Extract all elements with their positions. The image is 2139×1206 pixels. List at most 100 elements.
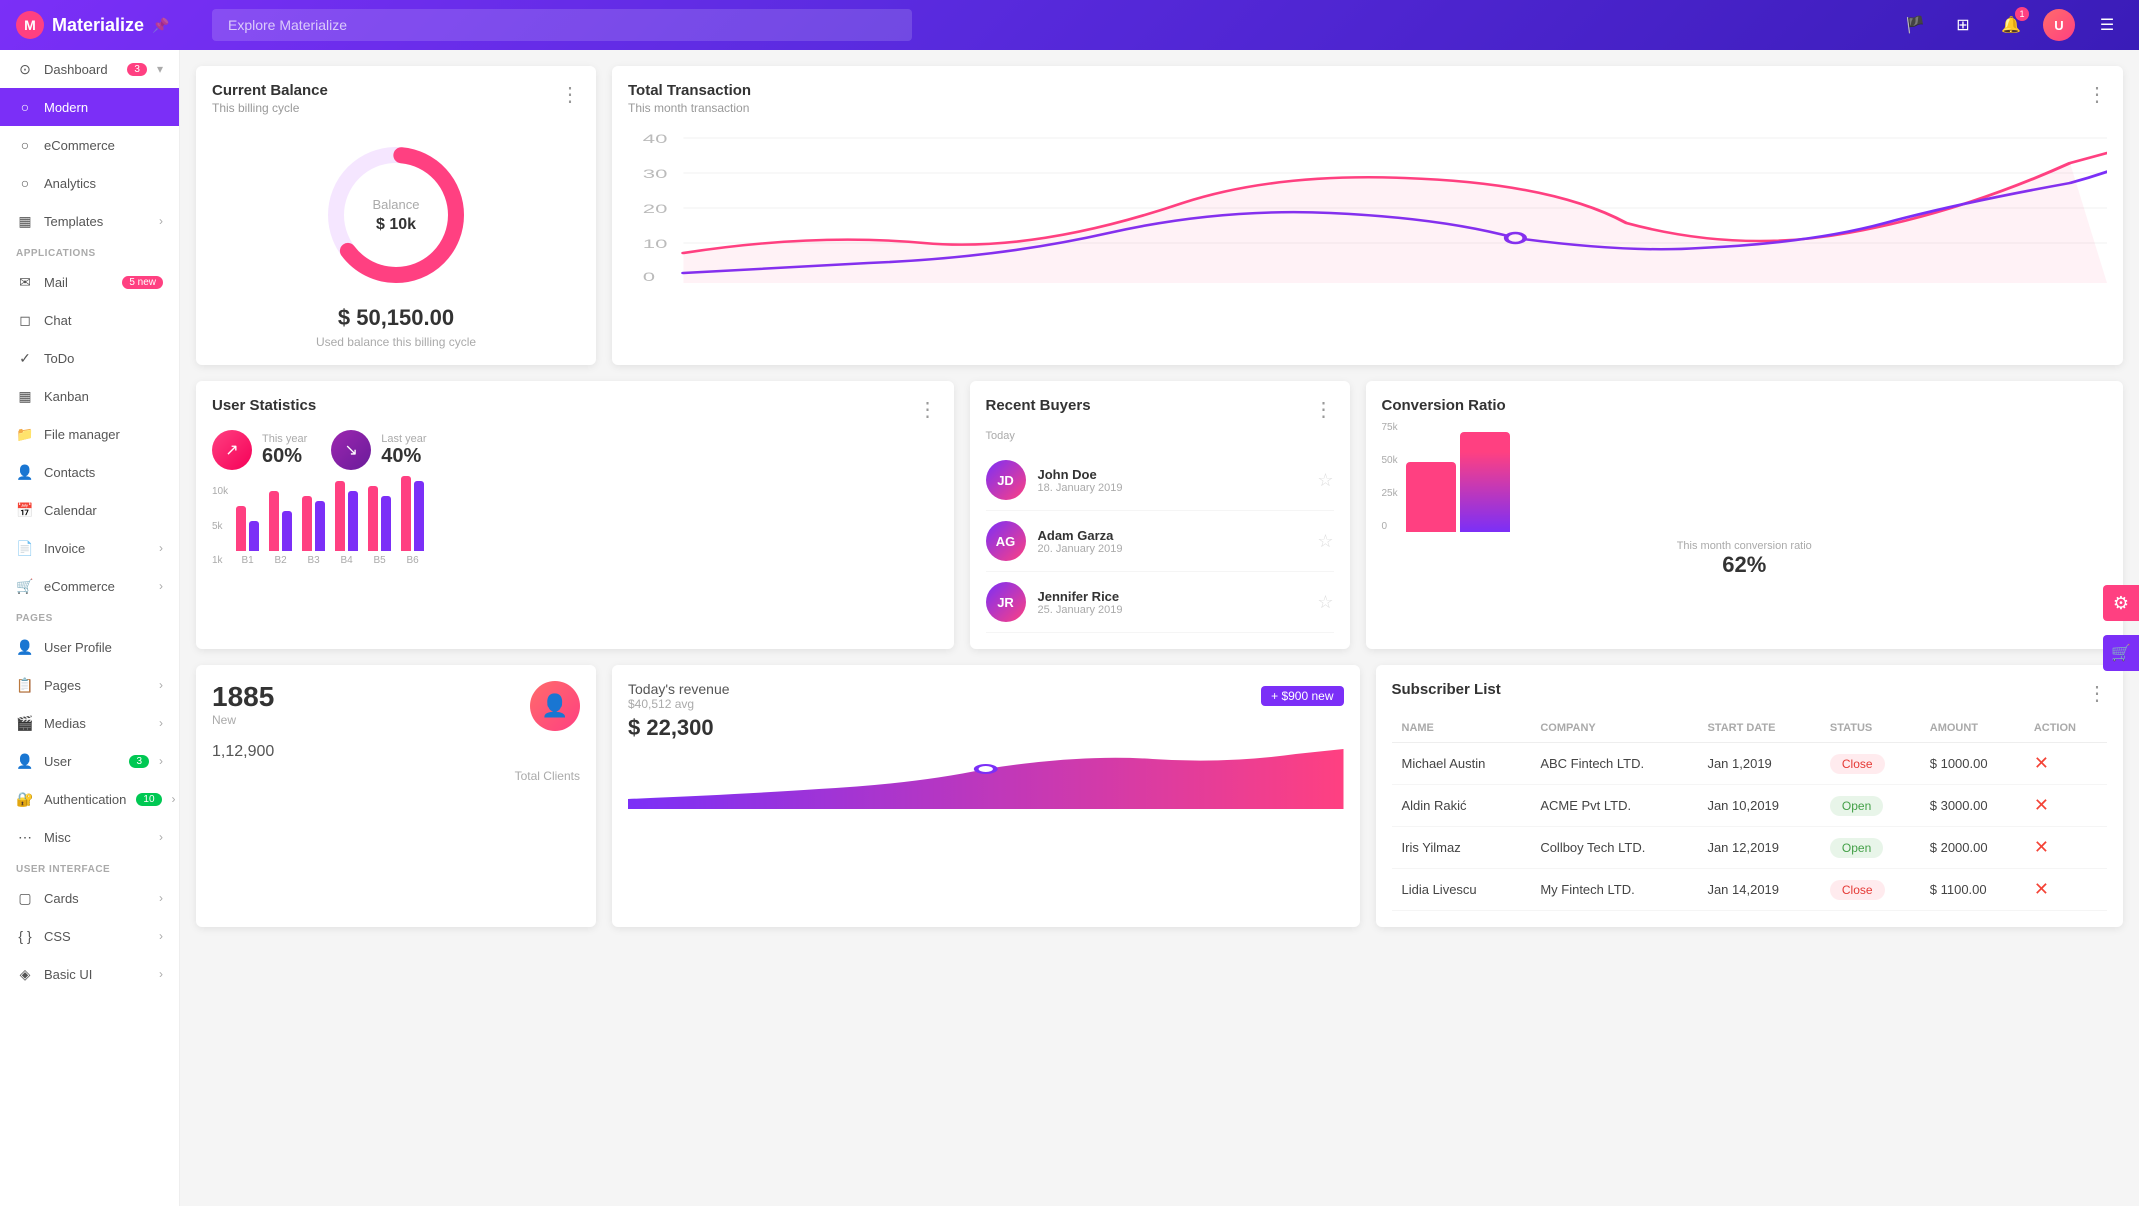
sidebar-item-kanban[interactable]: ▦ Kanban: [0, 377, 179, 415]
sidebar-item-calendar[interactable]: 📅 Calendar: [0, 491, 179, 529]
stat-last-year: ↘ Last year 40%: [331, 430, 426, 470]
sidebar-label-basicui: Basic UI: [44, 967, 149, 982]
conv-chart-area: 75k 50k 25k 0: [1382, 422, 2108, 532]
chevron-right-icon: ›: [159, 678, 163, 692]
sidebar-label-ecommerce: eCommerce: [44, 138, 163, 153]
settings-fab[interactable]: ⚙: [2103, 585, 2139, 621]
notification-icon[interactable]: 🔔 1: [1995, 9, 2027, 41]
cell-status: Open: [1820, 785, 1920, 827]
cart-icon: 🛒: [16, 577, 34, 595]
sidebar-item-modern[interactable]: ○ Modern: [0, 88, 179, 126]
conv-y-25k: 25k: [1382, 488, 1398, 499]
delete-icon[interactable]: ✕: [2034, 753, 2049, 773]
cart-fab[interactable]: 🛒: [2103, 635, 2139, 671]
table-row: Iris Yilmaz Collboy Tech LTD. Jan 12,201…: [1392, 827, 2108, 869]
buyers-menu[interactable]: ⋮: [1314, 397, 1334, 422]
donut-chart: Balance $ 10k: [212, 135, 580, 295]
balance-amount: $ 50,150.00: [212, 305, 580, 331]
bar-chart: B1B2B3B4B5B6: [236, 486, 937, 566]
sidebar-item-dashboard[interactable]: ⊙ Dashboard 3 ▾: [0, 50, 179, 88]
sidebar-label-userprofile: User Profile: [44, 640, 163, 655]
revenue-badge: + $900 new: [1261, 686, 1343, 706]
sidebar-item-contacts[interactable]: 👤 Contacts: [0, 453, 179, 491]
sidebar-item-auth[interactable]: 🔐 Authentication 10 ›: [0, 780, 179, 818]
fullscreen-icon[interactable]: ⊞: [1947, 9, 1979, 41]
sidebar-label-filemanager: File manager: [44, 427, 163, 442]
new-sub-value: 1,12,900: [212, 743, 580, 761]
invoice-icon: 📄: [16, 539, 34, 557]
cell-name: Michael Austin: [1392, 743, 1531, 785]
misc-icon: ⋯: [16, 828, 34, 846]
y-label-1k: 1k: [212, 555, 228, 566]
sidebar-item-chat[interactable]: ◻ Chat: [0, 301, 179, 339]
cell-company: My Fintech LTD.: [1530, 869, 1697, 911]
logo-icon: M: [16, 11, 44, 39]
sidebar-item-userprofile[interactable]: 👤 User Profile: [0, 628, 179, 666]
sidebar-item-todo[interactable]: ✓ ToDo: [0, 339, 179, 377]
donut-label: Balance: [373, 197, 420, 212]
delete-icon[interactable]: ✕: [2034, 795, 2049, 815]
sidebar-item-basicui[interactable]: ◈ Basic UI ›: [0, 955, 179, 993]
sidebar-label-ecommerce2: eCommerce: [44, 579, 149, 594]
sidebar-item-css[interactable]: { } CSS ›: [0, 917, 179, 955]
sidebar-item-filemanager[interactable]: 📁 File manager: [0, 415, 179, 453]
profile-icon: 👤: [16, 638, 34, 656]
cell-amount: $ 1000.00: [1920, 743, 2024, 785]
balance-card-titles: Current Balance This billing cycle: [212, 82, 328, 115]
col-status: STATUS: [1820, 714, 1920, 743]
sidebar-item-ecommerce2[interactable]: 🛒 eCommerce ›: [0, 567, 179, 605]
dashboard-badge: 3: [127, 63, 147, 76]
subscriber-menu[interactable]: ⋮: [2087, 681, 2107, 706]
stats-header: User Statistics ⋮: [212, 397, 938, 422]
cell-date: Jan 1,2019: [1697, 743, 1819, 785]
star-icon[interactable]: ☆: [1317, 592, 1333, 613]
col-name: NAME: [1392, 714, 1531, 743]
css-icon: { }: [16, 927, 34, 945]
menu-icon[interactable]: ☰: [2091, 9, 2123, 41]
cell-action: ✕: [2024, 827, 2107, 869]
dot-icon: ○: [16, 98, 34, 116]
user-icon: 👤: [16, 752, 34, 770]
pin-icon[interactable]: 📌: [152, 17, 169, 34]
cell-date: Jan 10,2019: [1697, 785, 1819, 827]
cell-name: Aldin Rakić: [1392, 785, 1531, 827]
sidebar-item-invoice[interactable]: 📄 Invoice ›: [0, 529, 179, 567]
sidebar-item-user[interactable]: 👤 User 3 ›: [0, 742, 179, 780]
sidebar-item-analytics[interactable]: ○ Analytics: [0, 164, 179, 202]
line-chart: 40 30 20 10 0: [628, 123, 2107, 283]
pages-icon: 📋: [16, 676, 34, 694]
balance-menu[interactable]: ⋮: [560, 82, 580, 107]
new-count: 1885: [212, 681, 274, 713]
chevron-right-icon: ›: [159, 929, 163, 943]
avatar[interactable]: U: [2043, 9, 2075, 41]
search-input[interactable]: [212, 9, 912, 41]
delete-icon[interactable]: ✕: [2034, 837, 2049, 857]
sidebar-item-templates[interactable]: ▦ Templates ›: [0, 202, 179, 240]
delete-icon[interactable]: ✕: [2034, 879, 2049, 899]
buyer-avatar: JD: [986, 460, 1026, 500]
stats-menu[interactable]: ⋮: [918, 397, 938, 422]
flag-icon[interactable]: 🏴: [1899, 9, 1931, 41]
sidebar-item-cards[interactable]: ▢ Cards ›: [0, 879, 179, 917]
buyer-info: Jennifer Rice25. January 2019: [1038, 589, 1306, 616]
transaction-menu[interactable]: ⋮: [2087, 82, 2107, 107]
section-applications: APPLICATIONS: [0, 240, 179, 263]
sidebar-item-pages[interactable]: 📋 Pages ›: [0, 666, 179, 704]
mail-icon: ✉: [16, 273, 34, 291]
revenue-chart: [628, 749, 1344, 809]
bar-group: B1: [236, 506, 259, 566]
sidebar-item-misc[interactable]: ⋯ Misc ›: [0, 818, 179, 856]
star-icon[interactable]: ☆: [1317, 470, 1333, 491]
bar-label: B4: [341, 555, 353, 566]
sidebar-label-modern: Modern: [44, 100, 163, 115]
sidebar-item-medias[interactable]: 🎬 Medias ›: [0, 704, 179, 742]
sidebar-item-ecommerce[interactable]: ○ eCommerce: [0, 126, 179, 164]
sidebar-item-mail[interactable]: ✉ Mail 5 new: [0, 263, 179, 301]
star-icon[interactable]: ☆: [1317, 531, 1333, 552]
svg-text:10: 10: [643, 237, 668, 250]
new-clients-top: 1885 New 👤: [212, 681, 580, 731]
revenue-card: Today's revenue $40,512 avg + $900 new $…: [612, 665, 1360, 927]
bar-label: B2: [275, 555, 287, 566]
new-clients-info: 1885 New: [212, 681, 274, 727]
chevron-right-icon: ›: [159, 754, 163, 768]
